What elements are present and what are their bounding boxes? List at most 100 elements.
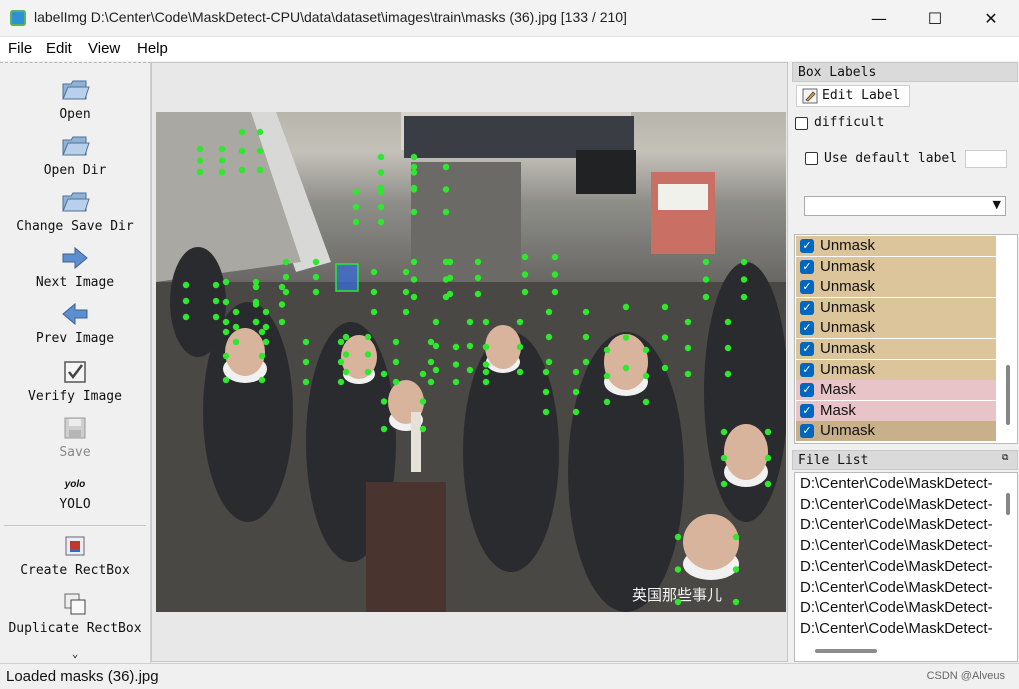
box-vertex-handle[interactable] xyxy=(352,218,360,226)
box-vertex-handle[interactable] xyxy=(720,454,728,462)
box-vertex-handle[interactable] xyxy=(380,370,388,378)
annotation-overlay[interactable] xyxy=(156,112,786,612)
box-vertex-handle[interactable] xyxy=(342,368,350,376)
box-vertex-handle[interactable] xyxy=(278,318,286,326)
box-vertex-handle[interactable] xyxy=(282,258,290,266)
box-vertex-handle[interactable] xyxy=(684,318,692,326)
box-vertex-handle[interactable] xyxy=(466,318,474,326)
label-list-item[interactable]: ✓ Unmask xyxy=(796,256,996,277)
box-vertex-handle[interactable] xyxy=(252,283,260,291)
box-vertex-handle[interactable] xyxy=(551,253,559,261)
box-vertex-handle[interactable] xyxy=(402,288,410,296)
edit-label-button[interactable]: Edit Label xyxy=(796,85,910,107)
duplicate-rectbox-button[interactable]: Duplicate RectBox xyxy=(0,589,150,636)
box-vertex-handle[interactable] xyxy=(312,273,320,281)
box-vertex-handle[interactable] xyxy=(732,598,740,606)
maximize-button[interactable]: ☐ xyxy=(907,0,963,36)
box-vertex-handle[interactable] xyxy=(661,334,669,341)
box-vertex-handle[interactable] xyxy=(582,308,590,316)
box-vertex-handle[interactable] xyxy=(364,351,372,358)
box-vertex-handle[interactable] xyxy=(312,258,320,266)
box-vertex-handle[interactable] xyxy=(572,368,580,376)
box-vertex-handle[interactable] xyxy=(603,372,611,380)
label-visible-checkbox[interactable]: ✓ xyxy=(800,259,814,274)
box-vertex-handle[interactable] xyxy=(370,308,378,316)
box-vertex-handle[interactable] xyxy=(642,372,650,380)
box-vertex-handle[interactable] xyxy=(674,533,682,541)
box-vertex-handle[interactable] xyxy=(482,368,490,376)
box-vertex-handle[interactable] xyxy=(337,338,345,346)
label-combo-box[interactable]: ▼ xyxy=(804,196,1006,216)
box-vertex-handle[interactable] xyxy=(258,328,266,336)
box-vertex-handle[interactable] xyxy=(232,308,240,316)
box-vertex-handle[interactable] xyxy=(252,318,260,326)
box-vertex-handle[interactable] xyxy=(521,288,529,296)
box-vertex-handle[interactable] xyxy=(482,343,490,351)
box-vertex-handle[interactable] xyxy=(674,598,682,606)
box-vertex-handle[interactable] xyxy=(410,163,418,171)
box-vertex-handle[interactable] xyxy=(603,346,611,354)
box-vertex-handle[interactable] xyxy=(702,276,710,283)
box-vertex-handle[interactable] xyxy=(446,290,454,298)
box-vertex-handle[interactable] xyxy=(278,283,286,291)
box-vertex-handle[interactable] xyxy=(521,253,529,261)
box-vertex-handle[interactable] xyxy=(740,258,748,266)
box-vertex-handle[interactable] xyxy=(702,293,710,301)
box-vertex-handle[interactable] xyxy=(482,361,490,368)
box-vertex-handle[interactable] xyxy=(380,425,388,433)
box-vertex-handle[interactable] xyxy=(410,293,418,301)
label-list-scrollbar[interactable] xyxy=(1006,365,1010,425)
box-vertex-handle[interactable] xyxy=(392,378,400,386)
box-vertex-handle[interactable] xyxy=(232,323,240,331)
box-vertex-handle[interactable] xyxy=(196,145,204,153)
box-vertex-handle[interactable] xyxy=(256,166,264,174)
box-vertex-handle[interactable] xyxy=(410,258,418,266)
box-vertex-handle[interactable] xyxy=(446,274,454,282)
box-vertex-handle[interactable] xyxy=(222,318,230,326)
box-vertex-handle[interactable] xyxy=(551,288,559,296)
label-list-item[interactable]: ✓ Unmask xyxy=(796,236,996,256)
box-vertex-handle[interactable] xyxy=(212,297,220,305)
box-vertex-handle[interactable] xyxy=(442,208,450,216)
box-vertex-handle[interactable] xyxy=(582,358,590,366)
box-vertex-handle[interactable] xyxy=(364,368,372,376)
box-vertex-handle[interactable] xyxy=(218,145,226,153)
change-save-dir-button[interactable]: Change Save Dir xyxy=(0,187,150,234)
box-vertex-handle[interactable] xyxy=(218,157,226,164)
box-vertex-handle[interactable] xyxy=(516,318,524,326)
box-vertex-handle[interactable] xyxy=(402,308,410,316)
box-vertex-handle[interactable] xyxy=(482,378,490,386)
label-list-item[interactable]: ✓ Unmask xyxy=(796,277,996,298)
box-vertex-handle[interactable] xyxy=(302,338,310,346)
label-list-item[interactable]: ✓ Unmask xyxy=(796,359,996,380)
box-vertex-handle[interactable] xyxy=(661,364,669,372)
box-vertex-handle[interactable] xyxy=(256,147,264,155)
prev-image-button[interactable]: Prev Image xyxy=(0,299,150,346)
file-list-item[interactable]: D:\Center\Code\MaskDetect- xyxy=(800,475,998,492)
box-vertex-handle[interactable] xyxy=(377,203,385,211)
box-vertex-handle[interactable] xyxy=(282,273,290,281)
box-vertex-handle[interactable] xyxy=(222,352,230,360)
box-vertex-handle[interactable] xyxy=(222,278,230,286)
image-canvas[interactable]: 英国那些事儿 xyxy=(151,62,788,662)
box-vertex-handle[interactable] xyxy=(410,169,418,176)
box-vertex-handle[interactable] xyxy=(764,480,772,488)
box-vertex-handle[interactable] xyxy=(474,290,482,298)
box-vertex-handle[interactable] xyxy=(720,480,728,488)
label-visible-checkbox[interactable]: ✓ xyxy=(800,362,814,377)
box-vertex-handle[interactable] xyxy=(427,358,435,366)
box-vertex-handle[interactable] xyxy=(410,153,418,161)
box-vertex-handle[interactable] xyxy=(196,168,204,176)
menu-help[interactable]: Help xyxy=(137,40,168,57)
box-vertex-handle[interactable] xyxy=(452,361,460,368)
label-list-item[interactable]: ✓ Unmask xyxy=(796,421,996,442)
box-vertex-handle[interactable] xyxy=(392,338,400,346)
menu-edit[interactable]: Edit xyxy=(46,40,72,57)
box-vertex-handle[interactable] xyxy=(222,298,230,306)
file-list-item[interactable]: D:\Center\Code\MaskDetect- xyxy=(800,496,998,513)
box-vertex-handle[interactable] xyxy=(702,258,710,266)
box-vertex-handle[interactable] xyxy=(377,218,385,226)
label-visible-checkbox[interactable]: ✓ xyxy=(800,321,814,336)
box-vertex-handle[interactable] xyxy=(380,398,388,405)
file-list-hscrollbar[interactable] xyxy=(815,649,877,653)
